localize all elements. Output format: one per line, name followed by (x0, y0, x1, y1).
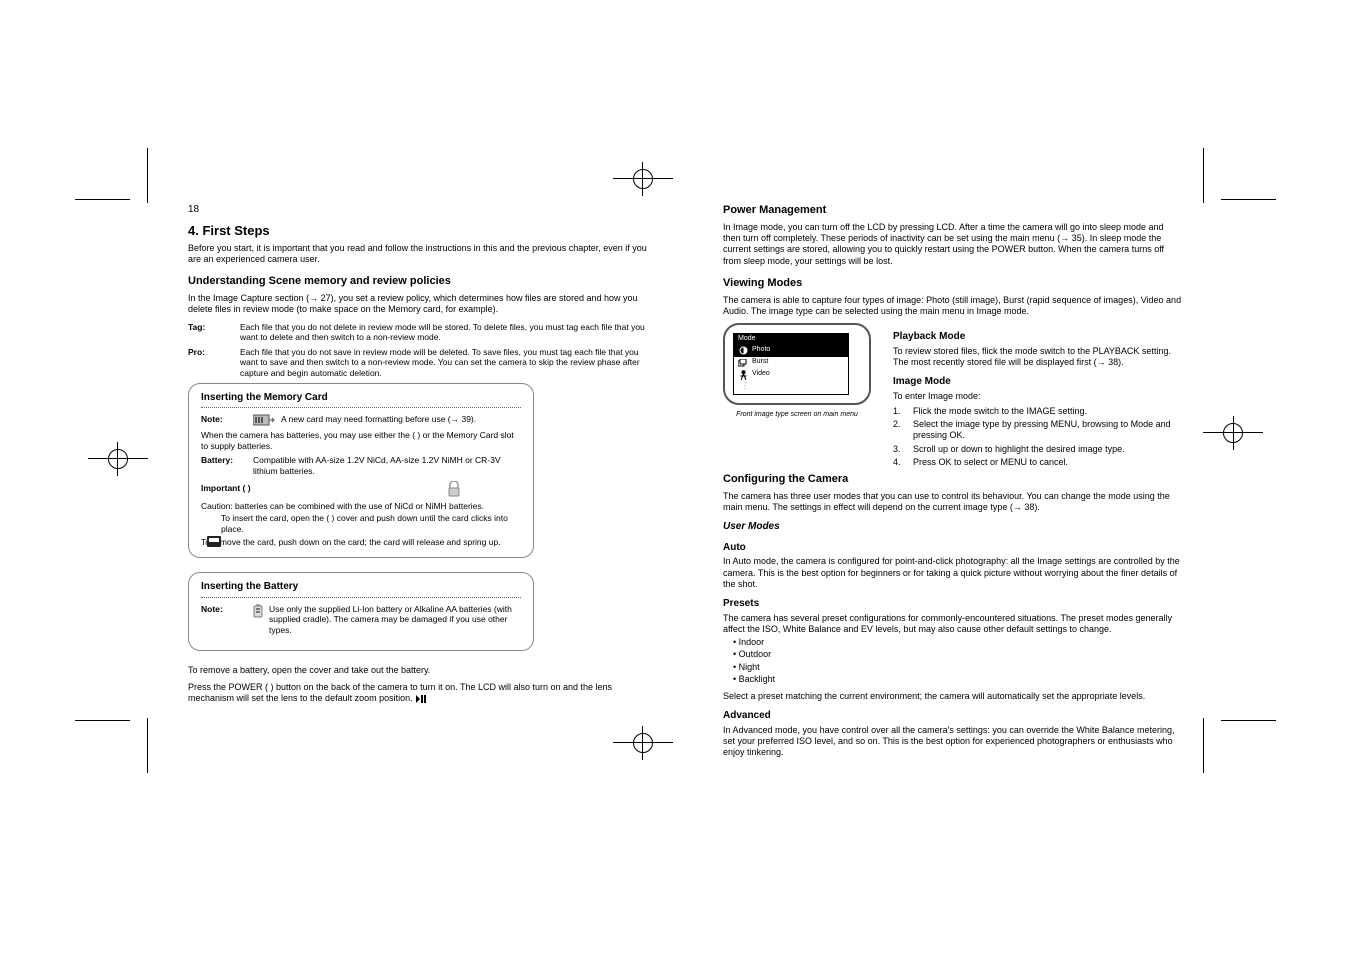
lcd-menu-header: Mode (734, 334, 848, 345)
label: Pro: (188, 347, 234, 358)
body-text: To review stored files, flick the mode s… (893, 346, 1183, 369)
panel-memory-card: Inserting the Memory Card Note: A new ca… (188, 383, 534, 559)
label: Note: (201, 414, 247, 425)
body-text: To enter Image mode: (893, 391, 1183, 402)
body-text: The camera is able to capture four types… (723, 295, 1183, 318)
body-text: Press the POWER ( ) button on the back o… (188, 682, 648, 707)
right-column: Power Management In Image mode, you can … (723, 204, 1183, 765)
crop-mark (1203, 718, 1204, 773)
body-text: In Advanced mode, you have control over … (723, 725, 1183, 759)
policy-row-tag: Tag: Each file that you do not delete in… (188, 322, 648, 343)
body-text: Caution: batteries can be combined with … (201, 501, 521, 512)
panel-title: Inserting the Memory Card (201, 392, 521, 405)
lcd-bezel: Mode Photo Burst (723, 323, 871, 405)
note-row: Note: A new card may need formatting bef… (201, 414, 521, 426)
section-title: Power Management (723, 204, 1183, 218)
list-item: Indoor (733, 637, 1183, 648)
lcd-item-label: Photo (752, 346, 770, 355)
crop-mark (75, 199, 130, 200)
subheading: Auto (723, 542, 1183, 555)
body-text: The camera has several preset configurat… (723, 613, 1183, 636)
chapter-title: 4. First Steps (188, 223, 648, 239)
lcd-ellipsis: ··· (734, 381, 848, 394)
panel-title: Inserting the Battery (201, 581, 521, 594)
registration-mark (1223, 423, 1243, 443)
section-title: Understanding Scene memory and review po… (188, 275, 648, 289)
body-text: Each file that you do not delete in revi… (240, 322, 648, 343)
lcd-menu-item: Photo (734, 345, 848, 357)
list-item: 3.Scroll up or down to highlight the des… (893, 444, 1183, 455)
lcd-item-label: Burst (752, 358, 768, 367)
important-row: Important ( ) (201, 481, 521, 497)
play-pause-icon (416, 695, 426, 706)
lcd-menu-item: Burst (734, 357, 848, 369)
video-icon (738, 370, 748, 380)
list-item: 2.Select the image type by pressing MENU… (893, 419, 1183, 442)
crop-mark (1221, 199, 1276, 200)
memory-card-icon (253, 414, 275, 426)
crop-mark (147, 718, 148, 773)
lock-icon (447, 481, 461, 497)
divider (201, 597, 521, 598)
list-item: Outdoor (733, 649, 1183, 660)
bullet-list: Indoor Outdoor Night Backlight (733, 637, 1183, 685)
body-text: Select a preset matching the current env… (723, 691, 1183, 702)
crop-mark (1221, 720, 1276, 721)
battery-icon (253, 604, 263, 618)
body-text: In Image mode, you can turn off the LCD … (723, 222, 1183, 267)
step-list: 1.Flick the mode switch to the IMAGE set… (893, 406, 1183, 468)
note-row: Note: Use only the supplied Li-Ion batte… (201, 604, 521, 636)
registration-mark (633, 733, 653, 753)
important-label: Important ( ) (201, 483, 251, 494)
label: Note: (201, 604, 247, 615)
body-text: In the Image Capture section (→ 27), you… (188, 293, 648, 316)
burst-icon (738, 358, 748, 368)
body-text: To remove a battery, open the cover and … (188, 665, 648, 676)
body-text: Use only the supplied Li-Ion battery or … (269, 604, 521, 636)
lcd-menu-item: Video (734, 369, 848, 381)
card-small-icon (207, 536, 221, 547)
subheading: Advanced (723, 710, 1183, 723)
label: Tag: (188, 322, 234, 333)
intro-paragraph: Before you start, it is important that y… (188, 243, 648, 266)
crop-mark (1203, 148, 1204, 203)
section-title: Viewing Modes (723, 277, 1183, 291)
divider (201, 407, 521, 408)
subheading: Image Mode (893, 376, 1183, 389)
panel-battery: Inserting the Battery Note: Use only the… (188, 572, 534, 650)
list-item: Backlight (733, 674, 1183, 685)
lcd-item-label: Video (752, 370, 770, 379)
body-text: A new card may need formatting before us… (281, 414, 521, 425)
left-column: 18 4. First Steps Before you start, it i… (188, 204, 648, 712)
battery-row: Battery: Compatible with AA-size 1.2V Ni… (201, 455, 521, 476)
list-item: Night (733, 662, 1183, 673)
crop-mark (75, 720, 130, 721)
list-item: 1.Flick the mode switch to the IMAGE set… (893, 406, 1183, 417)
section-title: Configuring the Camera (723, 473, 1183, 487)
lcd-screen: Mode Photo Burst (733, 333, 849, 395)
registration-mark (633, 169, 653, 189)
registration-mark (108, 449, 128, 469)
subheading: Playback Mode (893, 331, 1183, 344)
subheading: Presets (723, 598, 1183, 611)
list-item: 4.Press OK to select or MENU to cancel. (893, 457, 1183, 468)
policy-row-pro: Pro: Each file that you do not save in r… (188, 347, 648, 379)
subheading: User Modes (723, 521, 1183, 534)
label: Battery: (201, 455, 247, 466)
page-spread: 18 4. First Steps Before you start, it i… (148, 204, 1203, 724)
body-text: To remove the card, push down on the car… (201, 537, 521, 548)
body-text: Each file that you do not save in review… (240, 347, 648, 379)
body-text: In Auto mode, the camera is configured f… (723, 556, 1183, 590)
crop-mark (147, 148, 148, 203)
photo-icon (738, 346, 748, 356)
body-text: When the camera has batteries, you may u… (201, 430, 521, 451)
lcd-figure: Mode Photo Burst (723, 323, 871, 420)
body-text: The camera has three user modes that you… (723, 491, 1183, 514)
body-text: To insert the card, open the ( ) cover a… (221, 513, 521, 534)
body-text: Compatible with AA-size 1.2V NiCd, AA-si… (253, 455, 521, 476)
page-number: 18 (188, 204, 648, 217)
figure-caption: Front image type screen on main menu (723, 411, 871, 420)
